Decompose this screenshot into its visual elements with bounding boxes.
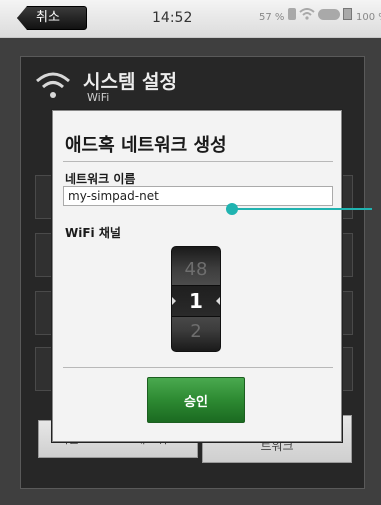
picker-caret-left-icon <box>172 297 176 305</box>
signal-badge-icon <box>318 8 340 20</box>
battery-percent: 100 % <box>356 12 381 23</box>
dialog-divider <box>63 161 333 162</box>
picker-selected-value[interactable]: 1 <box>172 285 220 317</box>
dialog-title: 애드혹 네트워크 생성 <box>65 135 227 156</box>
network-name-label: 네트워크 이름 <box>65 172 136 186</box>
page-subtitle: WiFi <box>87 91 110 104</box>
signal-percent: 57 % <box>259 12 285 23</box>
clock: 14:52 <box>152 10 193 26</box>
wifi-channel-label: WiFi 채널 <box>65 226 121 240</box>
dialog-divider <box>63 367 333 368</box>
approve-button[interactable]: 승인 <box>147 377 245 423</box>
picker-caret-right-icon <box>216 297 220 305</box>
status-bar: 취소 14:52 57 % 100 % <box>0 0 381 38</box>
wifi-icon <box>36 72 70 98</box>
picker-item-below[interactable]: 2 <box>172 321 220 342</box>
usb-icon <box>288 8 296 20</box>
page-title: 시스템 설정 <box>83 71 178 93</box>
back-button[interactable]: 취소 <box>17 6 87 30</box>
picker-item-above[interactable]: 48 <box>172 259 220 280</box>
create-adhoc-network-dialog: 애드혹 네트워크 생성 네트워크 이름 WiFi 채널 48 1 2 승인 <box>52 110 342 442</box>
wifi-channel-picker[interactable]: 48 1 2 <box>171 246 221 352</box>
annotation-dot <box>226 203 238 215</box>
annotation-line <box>232 208 372 210</box>
status-icons <box>288 8 352 20</box>
network-name-input[interactable] <box>63 186 333 206</box>
battery-icon <box>343 8 352 20</box>
wifi-status-icon <box>299 8 315 20</box>
